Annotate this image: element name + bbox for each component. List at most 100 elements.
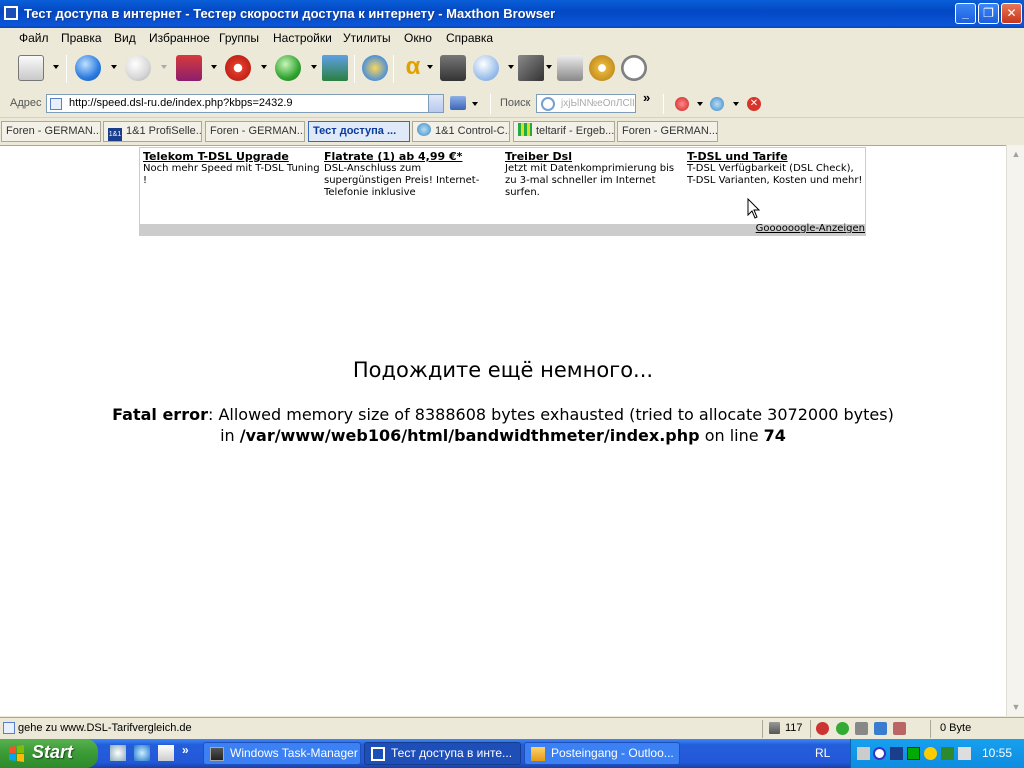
ad-hunter-icon[interactable]: [836, 722, 849, 735]
language-indicator[interactable]: RL: [815, 746, 830, 760]
tab-control-center[interactable]: 1&1 Control-C...: [412, 121, 510, 142]
menu-window[interactable]: Окно: [404, 31, 432, 45]
task-outlook[interactable]: Posteingang - Outloo...: [524, 742, 680, 765]
go-dropdown-icon[interactable]: [472, 102, 478, 106]
restore-button[interactable]: ❐: [978, 3, 999, 24]
favorites-icon[interactable]: [362, 55, 388, 81]
task-maxthon[interactable]: Тест доступа в инте...: [364, 742, 521, 765]
address-input[interactable]: http://speed.dsl-ru.de/index.php?kbps=24…: [46, 94, 444, 113]
ad-item[interactable]: Flatrate (1) ab 4,99 €* DSL-Anschluss zu…: [324, 150, 502, 199]
close-button[interactable]: ✕: [1001, 3, 1022, 24]
close-all-dropdown-icon[interactable]: [697, 102, 703, 106]
close-all-icon[interactable]: [675, 97, 689, 111]
tab-teltarif[interactable]: teltarif - Ergeb...: [513, 121, 615, 142]
close-page-dropdown-icon[interactable]: [211, 65, 217, 69]
task-task-manager[interactable]: Windows Task-Manager: [203, 742, 361, 765]
php-error-message: Fatal error: Allowed memory size of 8388…: [0, 404, 1006, 446]
home-icon[interactable]: [322, 55, 348, 81]
stop-icon[interactable]: [225, 55, 251, 81]
quicklaunch-explorer-icon[interactable]: [110, 745, 126, 761]
menu-settings[interactable]: Настройки: [273, 31, 332, 45]
plugin-icon[interactable]: [557, 55, 583, 81]
new-page-dropdown-icon[interactable]: [53, 65, 59, 69]
mouse-gestures-icon[interactable]: [473, 55, 499, 81]
download-bytes: 0 Byte: [940, 722, 972, 734]
quicklaunch-desktop-icon[interactable]: [158, 745, 174, 761]
tools-status-icon[interactable]: [893, 722, 906, 735]
tray-check-icon[interactable]: [924, 747, 937, 760]
tray-volume-icon[interactable]: [958, 747, 971, 760]
google-ads-link[interactable]: Goooooogle-Anzeigen: [756, 223, 865, 234]
error-in: in: [220, 426, 235, 445]
refresh-icon[interactable]: [275, 55, 301, 81]
back-icon[interactable]: [75, 55, 101, 81]
wait-message: Подождите ещё немного...: [352, 358, 654, 382]
forward-icon[interactable]: [125, 55, 151, 81]
stop-dropdown-icon[interactable]: [261, 65, 267, 69]
scroll-down-icon[interactable]: ▼: [1008, 699, 1024, 715]
menu-view[interactable]: Вид: [114, 31, 136, 45]
ad-headline[interactable]: Flatrate (1) ab 4,99 €*: [324, 150, 502, 163]
tab-forum-1[interactable]: Foren - GERMAN...: [1, 121, 101, 142]
menu-help[interactable]: Справка: [446, 31, 493, 45]
gestures-dropdown-icon[interactable]: [508, 65, 514, 69]
tab-label: Foren - GERMAN...: [210, 125, 305, 137]
alpha-dropdown-icon[interactable]: [427, 65, 433, 69]
maxthon-app-icon[interactable]: [4, 6, 18, 20]
scroll-up-icon[interactable]: ▲: [1008, 146, 1024, 162]
tab-label: Foren - GERMAN...: [622, 125, 718, 137]
ad-headline[interactable]: T-DSL und Tarife: [687, 150, 865, 163]
tab-forum-3[interactable]: Foren - GERMAN...: [617, 121, 718, 142]
ad-item[interactable]: T-DSL und Tarife T-DSL Verfügbarkeit (DS…: [687, 150, 865, 187]
tools-dropdown-icon[interactable]: [546, 65, 552, 69]
proxy-icon[interactable]: [855, 722, 868, 735]
vertical-scrollbar[interactable]: ▲ ▼: [1006, 145, 1024, 716]
ad-headline[interactable]: Telekom T-DSL Upgrade: [143, 150, 321, 163]
menu-utilities[interactable]: Утилиты: [343, 31, 391, 45]
address-dropdown-icon[interactable]: [428, 95, 443, 112]
forward-dropdown-icon[interactable]: [161, 65, 167, 69]
tray-security-icon[interactable]: [941, 747, 954, 760]
tray-monitor-icon[interactable]: [907, 747, 920, 760]
cycle-dropdown-icon[interactable]: [733, 102, 739, 106]
tray-messenger-icon[interactable]: [873, 747, 886, 760]
menu-file[interactable]: Файл: [19, 31, 49, 45]
tray-1and1-icon[interactable]: [890, 747, 903, 760]
tab-profiseller[interactable]: 1&1 1&1 ProfiSelle...: [103, 121, 202, 142]
tab-speed-test[interactable]: Тест доступа ...: [308, 121, 410, 142]
menu-favorites[interactable]: Избранное: [149, 31, 210, 45]
download-icon[interactable]: [874, 722, 887, 735]
ad-headline[interactable]: Treiber Dsl: [505, 150, 683, 163]
cycle-icon[interactable]: [710, 97, 724, 111]
start-button[interactable]: Start: [0, 739, 98, 768]
new-page-icon[interactable]: [18, 55, 44, 81]
options-icon[interactable]: [589, 55, 615, 81]
timer-icon[interactable]: [621, 55, 647, 81]
go-icon[interactable]: [450, 96, 466, 110]
address-url[interactable]: http://speed.dsl-ru.de/index.php?kbps=24…: [69, 97, 293, 109]
refresh-dropdown-icon[interactable]: [311, 65, 317, 69]
tools-icon[interactable]: [518, 55, 544, 81]
close-page-icon[interactable]: [176, 55, 202, 81]
quicklaunch-ie-icon[interactable]: [134, 745, 150, 761]
minimize-button[interactable]: _: [955, 3, 976, 24]
quicklaunch-more-icon[interactable]: »: [182, 743, 189, 757]
ad-item[interactable]: Treiber Dsl Jetzt mit Datenkomprimierung…: [505, 150, 683, 199]
popup-blocker-icon[interactable]: [816, 722, 829, 735]
trash-icon[interactable]: [769, 722, 780, 734]
ads-footer: Goooooogle-Anzeigen: [140, 223, 865, 235]
address-bar-row: Адрес http://speed.dsl-ru.de/index.php?k…: [0, 90, 1024, 118]
screenshot-icon[interactable]: [440, 55, 466, 81]
tray-network-icon[interactable]: [857, 747, 870, 760]
alpha-icon[interactable]: α: [400, 55, 426, 81]
menu-edit[interactable]: Правка: [61, 31, 102, 45]
back-dropdown-icon[interactable]: [111, 65, 117, 69]
menu-groups[interactable]: Группы: [219, 31, 259, 45]
search-input[interactable]: јхјЬlN№eOпЛСlI: [536, 94, 636, 113]
chevron-more-icon[interactable]: »: [643, 90, 650, 105]
ad-item[interactable]: Telekom T-DSL Upgrade Noch mehr Speed mi…: [143, 150, 321, 187]
task-label: Posteingang - Outloo...: [551, 746, 674, 760]
error-text: : Allowed memory size of 8388608 bytes e…: [207, 405, 894, 424]
exit-icon[interactable]: ✕: [747, 97, 761, 111]
tab-forum-2[interactable]: Foren - GERMAN...: [205, 121, 305, 142]
